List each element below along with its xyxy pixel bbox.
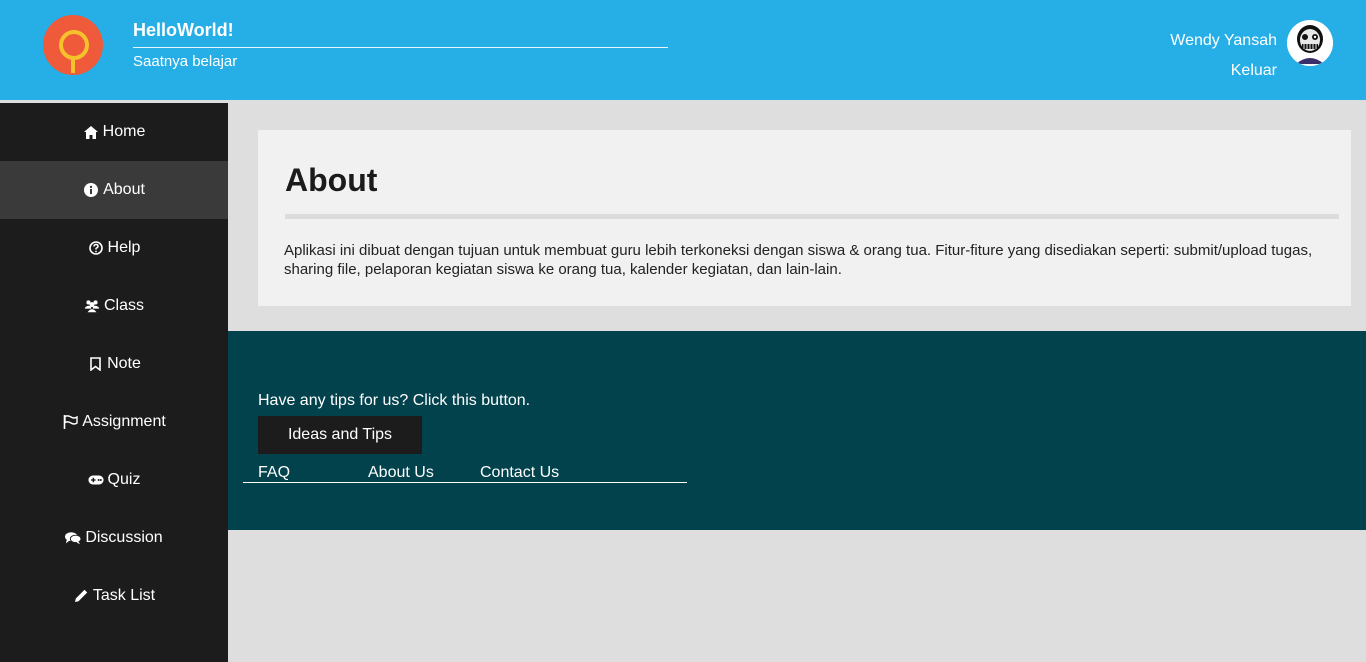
pencil-icon <box>73 588 89 604</box>
ideas-and-tips-button[interactable]: Ideas and Tips <box>258 416 422 454</box>
sidebar-item-label: Home <box>102 123 146 140</box>
logout-link[interactable]: Keluar <box>1231 62 1277 80</box>
sidebar-item-discussion[interactable]: Discussion <box>0 509 228 567</box>
brand-title: HelloWorld! <box>133 20 234 40</box>
app-logo-icon[interactable] <box>43 15 103 75</box>
page-title: About <box>285 162 378 198</box>
comments-icon <box>65 530 82 546</box>
faq-link[interactable]: FAQ <box>258 464 290 482</box>
users-icon <box>84 298 100 314</box>
sidebar-item-task-list[interactable]: Task List <box>0 567 228 625</box>
question-icon <box>88 240 104 256</box>
about-us-link[interactable]: About Us <box>368 464 434 482</box>
sidebar-item-label: Help <box>107 239 141 256</box>
sidebar-item-home[interactable]: Home <box>0 103 228 161</box>
sidebar-item-label: Task List <box>92 587 156 604</box>
footer-links: FAQ About Us Contact Us <box>243 464 687 483</box>
brand-subtitle: Saatnya belajar <box>133 53 238 70</box>
sidebar-item-label: Class <box>103 297 144 314</box>
sidebar-item-label: Assignment <box>82 413 166 430</box>
home-icon <box>83 124 99 140</box>
gamepad-icon <box>87 472 104 488</box>
sidebar-item-help[interactable]: Help <box>0 219 228 277</box>
brand-divider <box>133 47 668 48</box>
info-icon <box>83 182 99 198</box>
about-description: Aplikasi ini dibuat dengan tujuan untuk … <box>284 242 1313 278</box>
user-name: Wendy Yansah <box>1170 32 1277 49</box>
sidebar-item-assignment[interactable]: Assignment <box>0 393 228 451</box>
sidebar-item-label: Note <box>107 355 141 372</box>
top-header: HelloWorld! Saatnya belajar Wendy Yansah… <box>0 0 1366 100</box>
contact-us-link[interactable]: Contact Us <box>480 464 559 482</box>
sidebar-item-note[interactable]: Note <box>0 335 228 393</box>
sidebar-item-quiz[interactable]: Quiz <box>0 451 228 509</box>
tips-prompt: Have any tips for us? Click this button. <box>258 392 531 409</box>
sidebar: Home About Help Class Note Assignment Qu… <box>0 103 228 662</box>
sidebar-item-about[interactable]: About <box>0 161 228 219</box>
title-divider <box>285 214 1339 219</box>
about-card: About Aplikasi ini dibuat dengan tujuan … <box>258 130 1351 306</box>
footer: Have any tips for us? Click this button.… <box>228 331 1366 530</box>
sidebar-item-label: Quiz <box>107 471 141 488</box>
flag-icon <box>62 414 78 430</box>
sidebar-item-label: Discussion <box>85 529 163 546</box>
avatar[interactable] <box>1287 20 1333 66</box>
sidebar-item-label: About <box>103 181 145 198</box>
sidebar-item-class[interactable]: Class <box>0 277 228 335</box>
bookmark-icon <box>87 356 103 372</box>
